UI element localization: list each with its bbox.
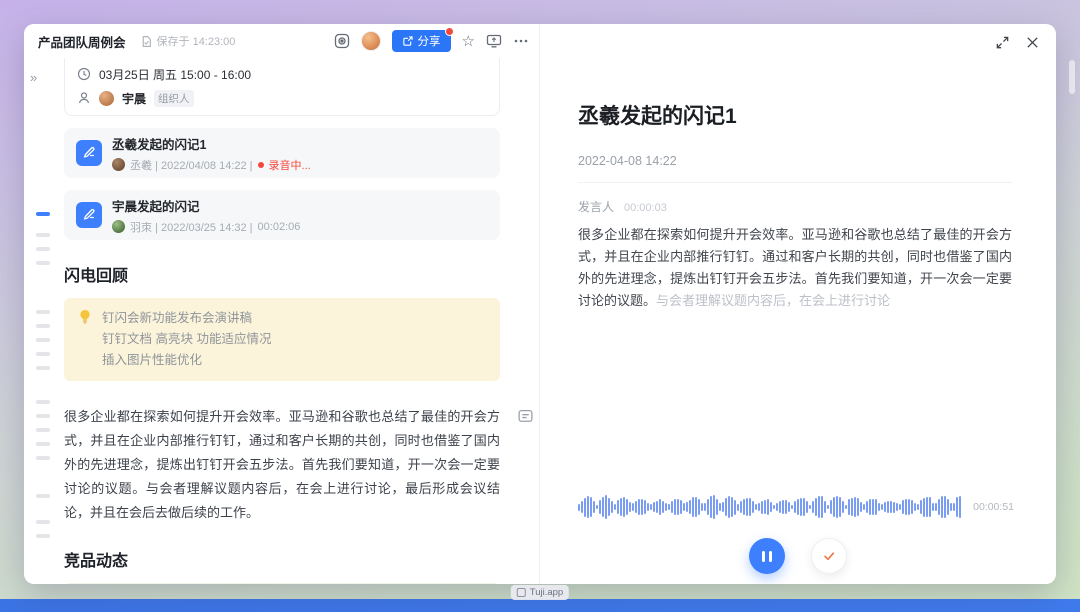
expand-icon[interactable] <box>995 35 1010 50</box>
outline-bar-active[interactable] <box>36 212 50 216</box>
organizer-tag: 组织人 <box>154 90 194 107</box>
outline-bar[interactable] <box>36 442 50 446</box>
meeting-organizer-row[interactable]: 宇晨 组织人 <box>77 86 487 110</box>
outline-bar[interactable] <box>36 366 50 370</box>
outline-bar[interactable] <box>36 494 50 498</box>
save-status-text: 保存于 14:23:00 <box>157 33 236 49</box>
present-screen-icon[interactable] <box>486 33 502 49</box>
meeting-time-row[interactable]: 03月25日 周五 15:00 - 16:00 <box>77 62 487 86</box>
flash-note-meta: 丞羲 | 2022/04/08 14:22 | 录音中... <box>112 157 311 173</box>
author-avatar <box>112 220 125 233</box>
recording-status: 录音中... <box>269 157 311 173</box>
transcript-pending: 与会者理解议题内容后，在会上进行讨论 <box>656 293 890 308</box>
outline-bar[interactable] <box>36 261 50 265</box>
author-avatar <box>112 158 125 171</box>
document-content: 03月25日 周五 15:00 - 16:00 宇晨 组织人 丞羲发起的闪记1 <box>64 58 500 584</box>
highlight-block-green[interactable]: 行业、竞品相关的动态资讯可以定期跟踪分享 <box>64 583 500 584</box>
document-paragraph[interactable]: 很多企业都在探索如何提升开会效率。亚马逊和谷歌也总结了最佳的开会方式，并且在企业… <box>64 405 500 525</box>
section-heading-review[interactable]: 闪电回顾 <box>64 262 500 286</box>
outline-bar[interactable] <box>36 310 50 314</box>
comment-icon[interactable] <box>517 408 534 425</box>
note-date: 2022-04-08 14:22 <box>578 154 1012 183</box>
flash-note-title: 丞羲发起的闪记1 <box>112 134 311 153</box>
outline-bar[interactable] <box>36 324 50 328</box>
speaker-row: 发言人 00:00:03 <box>578 198 1012 215</box>
note-title: 丞羲发起的闪记1 <box>578 100 1012 130</box>
recorder-icon[interactable] <box>334 33 350 49</box>
flash-note-card[interactable]: 宇晨发起的闪记 羽朿 | 2022/03/25 14:32 | 00:02:06 <box>64 190 500 240</box>
flash-note-title: 宇晨发起的闪记 <box>112 196 300 215</box>
favorite-star-icon[interactable]: ☆ <box>462 34 475 49</box>
share-label: 分享 <box>418 33 441 49</box>
watermark-text: Tuji.app <box>530 587 563 598</box>
more-icon[interactable] <box>513 33 529 49</box>
person-icon <box>77 91 91 105</box>
pause-button[interactable] <box>749 538 785 574</box>
clock-icon <box>77 67 91 81</box>
meeting-time: 03月25日 周五 15:00 - 16:00 <box>99 66 251 83</box>
flash-note-panel: 丞羲发起的闪记1 2022-04-08 14:22 发言人 00:00:03 很… <box>540 24 1056 584</box>
outline-bar[interactable] <box>36 233 50 237</box>
outline-bar[interactable] <box>36 520 50 524</box>
flash-note-duration: 00:02:06 <box>258 221 301 233</box>
organizer-name: 宇晨 <box>122 90 146 107</box>
recording-controls <box>540 538 1056 574</box>
document-header: 产品团队周例会 保存于 14:23:00 分享 ☆ <box>24 24 539 58</box>
paragraph-text: 很多企业都在探索如何提升开会效率。亚马逊和谷歌也总结了最佳的开会方式，并且在企业… <box>64 409 500 520</box>
audio-waveform[interactable] <box>578 494 965 520</box>
lightbulb-icon <box>77 309 93 325</box>
flash-note-meta-text: 丞羲 | 2022/04/08 14:22 | <box>130 157 253 173</box>
document-title: 产品团队周例会 <box>38 32 126 51</box>
flash-note-card[interactable]: 丞羲发起的闪记1 丞羲 | 2022/04/08 14:22 | 录音中... <box>64 128 500 178</box>
expand-chevrons-icon[interactable]: » <box>30 70 37 85</box>
outline-bar[interactable] <box>36 456 50 460</box>
watermark-icon <box>517 588 526 597</box>
user-avatar[interactable] <box>361 31 381 51</box>
outline-gutter: » <box>34 58 60 584</box>
close-icon[interactable] <box>1025 35 1040 50</box>
outline-bar[interactable] <box>36 534 50 538</box>
speaker-timestamp: 00:00:03 <box>624 202 667 214</box>
recording-dot <box>258 162 264 168</box>
meeting-info-card: 03月25日 周五 15:00 - 16:00 宇晨 组织人 <box>64 58 500 116</box>
finish-button[interactable] <box>811 538 847 574</box>
outline-bar[interactable] <box>36 247 50 251</box>
flash-note-icon <box>76 140 102 166</box>
share-button[interactable]: 分享 <box>392 30 451 52</box>
panel-content: 丞羲发起的闪记1 2022-04-08 14:22 发言人 00:00:03 很… <box>540 24 1056 312</box>
outline-bar[interactable] <box>36 428 50 432</box>
header-actions: 分享 ☆ <box>334 30 529 52</box>
flash-note-meta: 羽朿 | 2022/03/25 14:32 | 00:02:06 <box>112 219 300 235</box>
save-status: 保存于 14:23:00 <box>140 33 236 49</box>
highlight-line: 钉钉文档 高亮块 功能适应情况 <box>102 329 486 350</box>
flash-note-icon <box>76 202 102 228</box>
highlight-block-yellow[interactable]: 钉闪会新功能发布会演讲稿 钉钉文档 高亮块 功能适应情况 插入图片性能优化 <box>64 298 500 381</box>
speaker-label: 发言人 <box>578 198 614 215</box>
flash-note-meta-text: 羽朿 | 2022/03/25 14:32 | <box>130 219 253 235</box>
audio-row: 00:00:51 <box>578 494 1014 520</box>
check-icon <box>821 548 837 564</box>
transcript: 很多企业都在探索如何提升开会效率。亚马逊和谷歌也总结了最佳的开会方式，并且在企业… <box>578 224 1012 312</box>
document-body: » 03月25日 周五 15:00 - 16:00 <box>24 58 539 584</box>
organizer-avatar <box>99 91 114 106</box>
watermark-badge[interactable]: Tuji.app <box>511 585 569 600</box>
audio-duration: 00:00:51 <box>973 501 1014 513</box>
share-icon <box>402 36 413 47</box>
outline-bar[interactable] <box>36 414 50 418</box>
pause-icon <box>762 551 765 562</box>
background-scrollbar-thumb[interactable] <box>1069 60 1075 94</box>
outline-bar[interactable] <box>36 352 50 356</box>
document-pane: 产品团队周例会 保存于 14:23:00 分享 ☆ <box>24 24 540 584</box>
outline-bar[interactable] <box>36 338 50 342</box>
highlight-line: 钉闪会新功能发布会演讲稿 <box>102 308 486 329</box>
outline-bar[interactable] <box>36 400 50 404</box>
panel-actions <box>995 35 1040 50</box>
app-window: 产品团队周例会 保存于 14:23:00 分享 ☆ <box>24 24 1056 584</box>
saved-doc-icon <box>140 35 153 48</box>
highlight-line: 插入图片性能优化 <box>102 350 486 371</box>
background-bottom-strip <box>0 599 1080 612</box>
section-heading-competitor[interactable]: 竞品动态 <box>64 547 500 571</box>
